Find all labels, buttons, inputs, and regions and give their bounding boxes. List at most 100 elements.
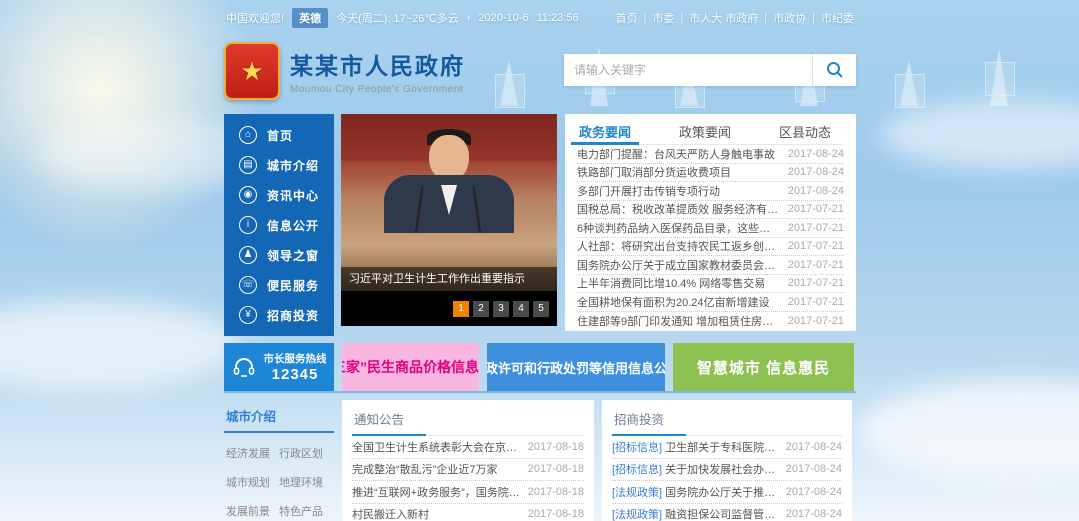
news-item[interactable]: 国税总局：税收改革提质效 服务经济有实招 2017-07-21 (577, 201, 844, 220)
site-title-block: 某某市人民政府 Moumou City People's Government (290, 47, 465, 95)
news-item[interactable]: 国务院办公厅关于成立国家教材委员会的通知 2017-07-21 (577, 256, 844, 275)
credit-info-banner[interactable]: 行政许可和行政处罚等信用信息公示 (487, 343, 665, 391)
site-title: 某某市人民政府 (290, 47, 465, 81)
main-row: ⌂ 首页 ▤ 城市介绍 ◉ 资讯中心 i 信息公开 ♟ 领导之窗 ☏ 便民服务 (224, 114, 856, 336)
tab-policy-news[interactable]: 政策要闻 (677, 114, 733, 144)
weather-text: 今天(周二): 17~26℃多云 (336, 10, 459, 26)
mayor-hotline-button[interactable]: 市长服务热线 12345 (224, 343, 334, 391)
investment-title: [法规政策]国务院办公厅关于推进农业水价 综合改革的意见 (612, 484, 780, 500)
sidebar-item-label: 首页 (267, 127, 293, 144)
news-item[interactable]: 电力部门提醒：台风天严防人身触电事故 2017-08-24 (577, 145, 844, 164)
notice-item[interactable]: 推进“互联网+政务服务”，国务院这些举措便利你我生活方方 2017-08-18 (352, 481, 584, 504)
link-economy[interactable]: 经济发展 (226, 445, 279, 461)
link-products[interactable]: 特色产品 (279, 503, 332, 519)
carousel-page-3[interactable]: 3 (493, 301, 509, 317)
tab-district-news[interactable]: 区县动态 (777, 114, 833, 144)
news-list: 电力部门提醒：台风天严防人身触电事故 2017-08-24 铁路部门取消部分货运… (577, 145, 844, 330)
notice-item[interactable]: 完成整治“散乱污”企业近7万家 2017-08-18 (352, 459, 584, 482)
news-item[interactable]: 人社部：将研究出台支持农民工返乡创业的新 2017-07-21 (577, 238, 844, 257)
search-input[interactable] (564, 54, 812, 86)
cloud (880, 100, 1079, 170)
sidebar-item-info-disclosure[interactable]: i 信息公开 (224, 210, 334, 240)
banner-row: 市长服务热线 12345 北三家”民生商品价格信息 行政许可和行政处罚等信用信息… (224, 343, 856, 393)
link-prospects[interactable]: 发展前景 (226, 503, 279, 519)
topbar-link-home[interactable]: 首页 (616, 10, 638, 26)
search-button[interactable] (812, 54, 856, 86)
city-intro-links: 经济发展 行政区划 城市规划 地理环境 发展前景 特色产品 (224, 433, 334, 521)
city-badge[interactable]: 英德 (292, 8, 328, 28)
time-text: 11:23:56 (537, 12, 579, 24)
sidebar-item-investment[interactable]: ¥ 招商投资 (224, 300, 334, 330)
sidebar-item-city-intro[interactable]: ▤ 城市介绍 (224, 150, 334, 180)
investment-date: 2017-08-24 (786, 486, 842, 498)
investment-date: 2017-08-24 (786, 463, 842, 475)
notice-title: 全国卫生计生系统表彰大会在京召开 (352, 439, 522, 455)
divider: | (812, 12, 815, 24)
sidebar-item-news-center[interactable]: ◉ 资讯中心 (224, 180, 334, 210)
hotline-number: 12345 (264, 366, 327, 383)
smart-city-banner[interactable]: 智慧城市 信息惠民 (673, 343, 854, 391)
headset-icon (232, 355, 256, 379)
topbar-link-congress-gov[interactable]: 市人大 市政府 (689, 10, 758, 26)
news-item[interactable]: 多部门开展打击传销专项行动 2017-08-24 (577, 182, 844, 201)
news-carousel[interactable]: 习近平对卫生计生工作作出重要指示 1 2 3 4 5 (341, 114, 557, 326)
news-date: 2017-08-24 (788, 148, 844, 160)
tab-government-news[interactable]: 政务要闻 (577, 114, 633, 144)
divider: | (680, 12, 683, 24)
topbar-links: 首页 | 市委 | 市人大 市政府 | 市政协 | 市纪委 (616, 10, 855, 26)
carousel-page-2[interactable]: 2 (473, 301, 489, 317)
hotline-texts: 市长服务热线 12345 (264, 351, 327, 383)
carousel-pagination: 1 2 3 4 5 (341, 291, 557, 326)
carousel-page-4[interactable]: 4 (513, 301, 529, 317)
news-date: 2017-08-24 (788, 166, 844, 178)
carousel-photo (341, 114, 557, 291)
building-icon: ▤ (239, 156, 257, 174)
news-title: 铁路部门取消部分货运收费项目 (577, 164, 731, 180)
link-districts[interactable]: 行政区划 (279, 445, 332, 461)
sidebar-item-leaders[interactable]: ♟ 领导之窗 (224, 240, 334, 270)
divider: | (644, 12, 647, 24)
notice-item[interactable]: 村民搬迁入新村 2017-08-18 (352, 504, 584, 521)
investment-item[interactable]: [招标信息]卫生部关于专科医院设置审批管理有关规定的通知 2017-08-24 (612, 436, 842, 459)
site-subtitle: Moumou City People's Government (290, 84, 465, 95)
investment-item[interactable]: [法规政策]国务院办公厅关于推进农业水价 综合改革的意见 2017-08-24 (612, 481, 842, 504)
news-title: 国务院办公厅关于成立国家教材委员会的通知 (577, 257, 780, 273)
item-tag: [法规政策] (612, 509, 662, 521)
left-column: 城市介绍 经济发展 行政区划 城市规划 地理环境 发展前景 特色产品 便民服务 … (224, 400, 334, 521)
topbar-link-discipline[interactable]: 市纪委 (821, 10, 854, 26)
service-icon: ☏ (239, 276, 257, 294)
price-info-banner[interactable]: 北三家”民生商品价格信息 (342, 343, 479, 391)
broadcast-icon: ◉ (239, 186, 257, 204)
news-title: 6种谈判药品纳入医保药品目录，这些细节你 (577, 220, 780, 236)
notice-date: 2017-08-18 (528, 486, 584, 498)
carousel-page-1[interactable]: 1 (453, 301, 469, 317)
speaker-figure (384, 137, 514, 233)
news-item[interactable]: 住建部等9部门印发通知 增加租赁住房有效 2017-07-21 (577, 312, 844, 331)
investment-icon: ¥ (239, 306, 257, 324)
item-text: 国务院办公厅关于推进农业水价 综合改革的意见 (665, 487, 780, 499)
link-planning[interactable]: 城市规划 (226, 474, 279, 490)
news-item[interactable]: 铁路部门取消部分货运收费项目 2017-08-24 (577, 164, 844, 183)
carousel-page-5[interactable]: 5 (533, 301, 549, 317)
notices-heading: 通知公告 (352, 400, 584, 436)
news-item[interactable]: 全国耕地保有面积为20.24亿亩新增建设 2017-07-21 (577, 293, 844, 312)
news-item[interactable]: 上半年消费同比增10.4% 网络零售交易 2017-07-21 (577, 275, 844, 294)
item-tag: [招标信息] (612, 442, 662, 454)
topbar-link-party[interactable]: 市委 (652, 10, 674, 26)
investment-title: [招标信息]关于加快发展社会办医的若干意见 (612, 461, 780, 477)
investment-date: 2017-08-24 (786, 508, 842, 520)
investment-item[interactable]: [招标信息]关于加快发展社会办医的若干意见 2017-08-24 (612, 459, 842, 482)
investment-item[interactable]: [法规政策]融资担保公司监督管理条例 2017-08-24 (612, 504, 842, 521)
sidebar-item-home[interactable]: ⌂ 首页 (224, 120, 334, 150)
link-geography[interactable]: 地理环境 (279, 474, 332, 490)
notice-item[interactable]: 全国卫生计生系统表彰大会在京召开 2017-08-18 (352, 436, 584, 459)
news-item[interactable]: 6种谈判药品纳入医保药品目录，这些细节你 2017-07-21 (577, 219, 844, 238)
notice-date: 2017-08-18 (528, 441, 584, 453)
news-title: 电力部门提醒：台风天严防人身触电事故 (577, 146, 775, 162)
news-date: 2017-07-21 (788, 315, 844, 327)
investment-heading: 招商投资 (612, 400, 842, 436)
sidebar-item-services[interactable]: ☏ 便民服务 (224, 270, 334, 300)
city-intro-heading: 城市介绍 (224, 400, 334, 433)
topbar-link-cppcc[interactable]: 市政协 (773, 10, 806, 26)
weather-arrow-icon[interactable]: › (467, 12, 471, 24)
